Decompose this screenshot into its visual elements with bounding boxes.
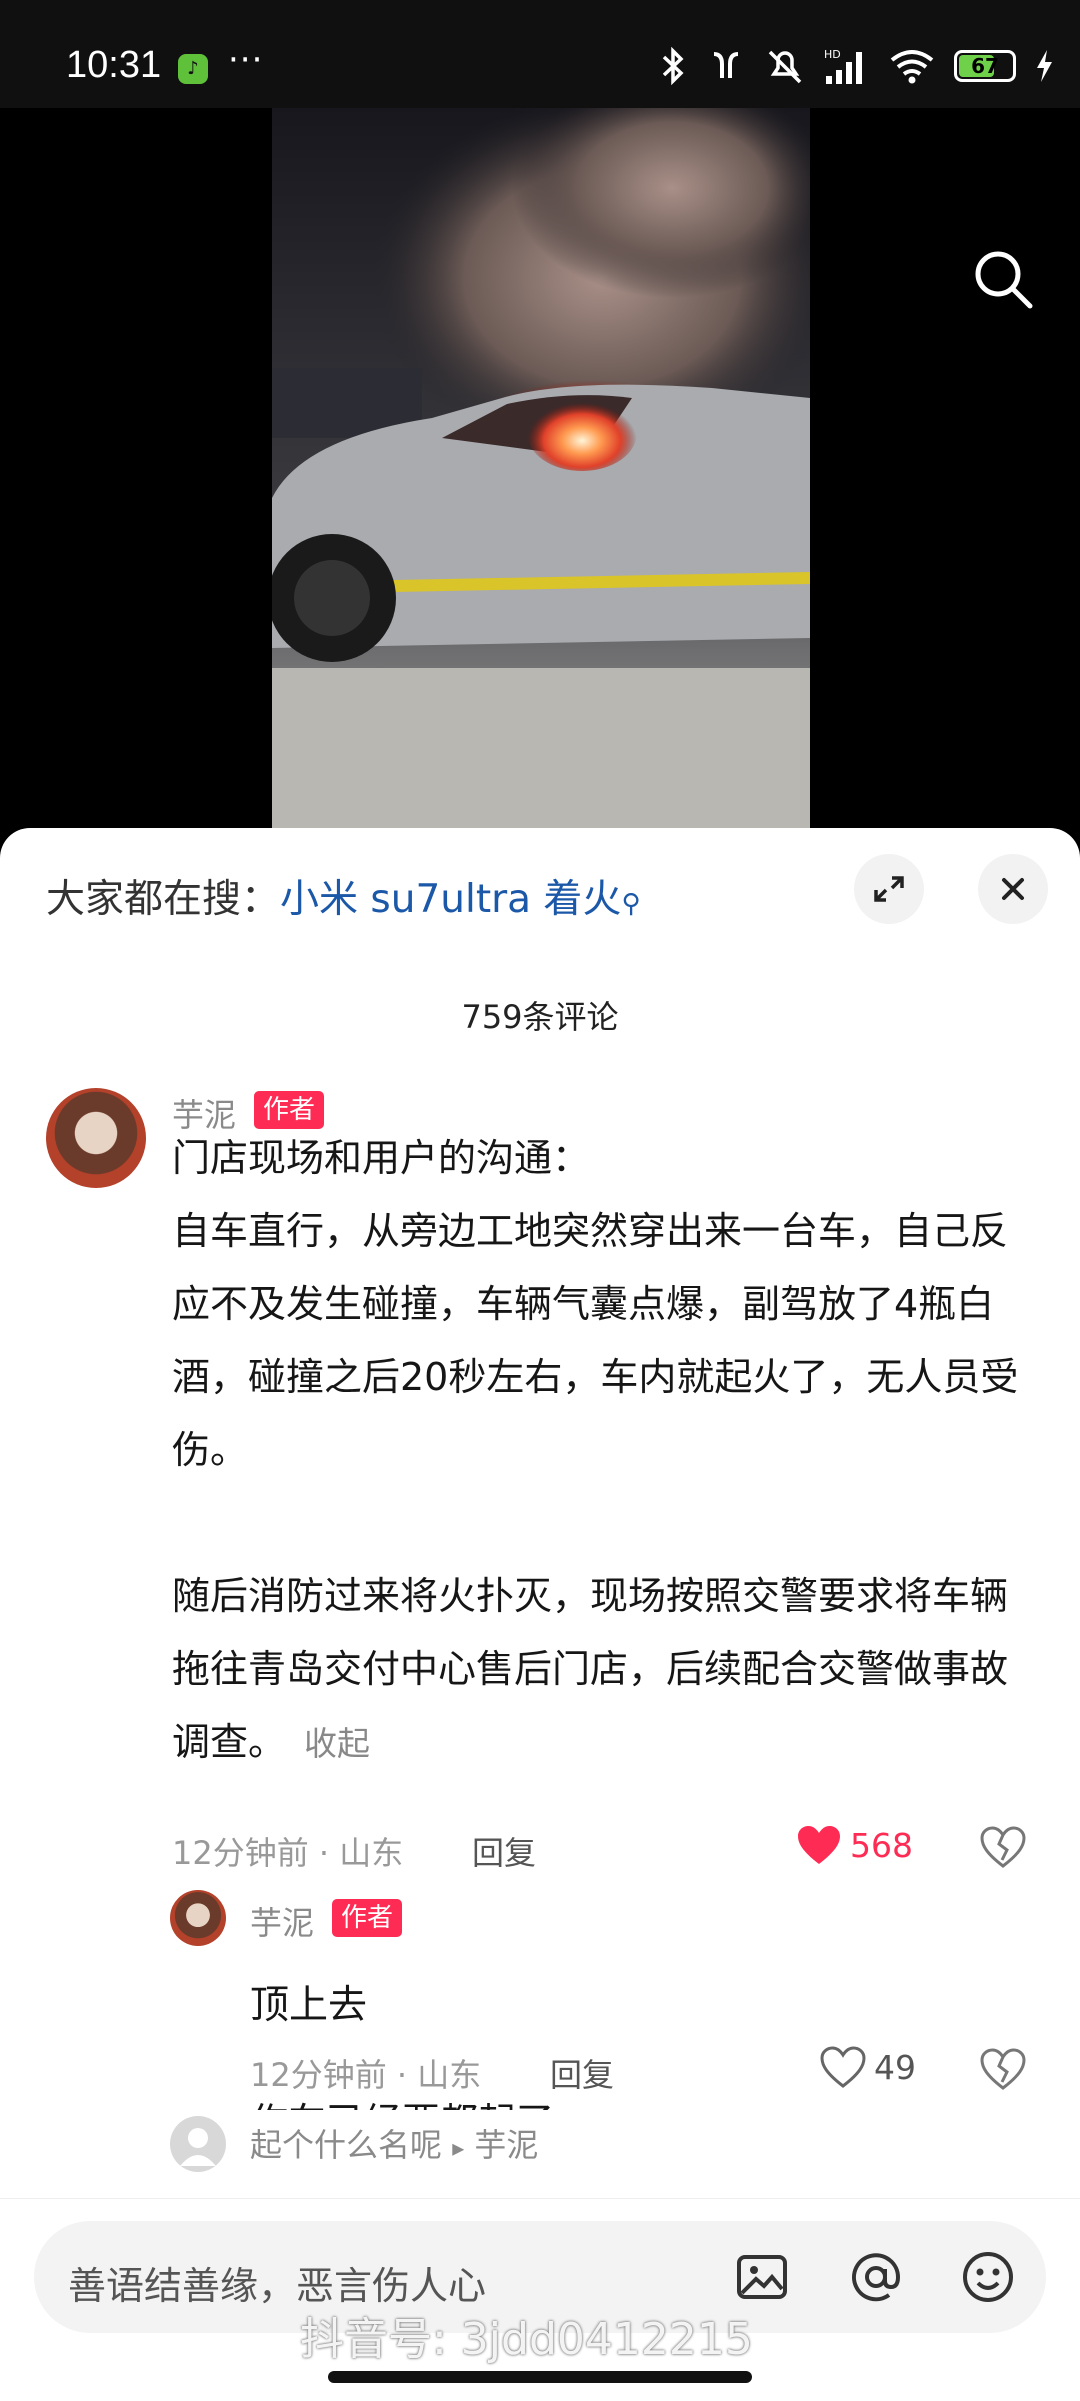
bluetooth-icon	[662, 46, 684, 86]
like-count: 49	[874, 2047, 916, 2087]
trending-search[interactable]: 大家都在搜：小米 su7ultra 着火⚲	[46, 868, 640, 924]
reply-author[interactable]: 起个什么名呢 ▸ 芋泥	[250, 2120, 538, 2166]
status-time: 10:31	[66, 44, 162, 86]
comment-count: 759条评论	[461, 998, 619, 1036]
douyin-watermark: 抖音号: 3jdd0412215	[300, 2314, 753, 2365]
comment-meta: 12分钟前 · 山东	[172, 1834, 404, 1872]
dislike-icon[interactable]	[980, 2048, 1026, 2090]
trending-label: 大家都在搜：	[46, 877, 281, 922]
comments-sheet: 大家都在搜：小米 su7ultra 着火⚲ 759条评论 芋泥 作者 门店现场和…	[0, 828, 1080, 2400]
expand-icon	[874, 876, 904, 902]
reply-time: 12分钟前	[250, 2056, 387, 2094]
avatar[interactable]	[170, 1890, 226, 1946]
reply-button[interactable]: 回复	[472, 1828, 536, 1874]
reply-button[interactable]: 回复	[550, 2050, 614, 2096]
avatar-default[interactable]	[170, 2116, 226, 2172]
comment-time: 12分钟前	[172, 1834, 309, 1872]
like-button[interactable]: 568	[796, 1824, 913, 1866]
like-button[interactable]: 49	[820, 2046, 916, 2088]
wifi-icon	[890, 50, 934, 84]
svg-text:HD: HD	[824, 48, 841, 61]
battery-icon: 67	[954, 50, 1016, 82]
user-icon	[180, 2128, 216, 2166]
reply-arrow-icon: ▸	[452, 2134, 465, 2162]
reply-author[interactable]: 芋泥	[250, 1898, 314, 1944]
heart-outline-icon	[820, 2046, 866, 2088]
emoji-icon[interactable]	[960, 2249, 1016, 2305]
comment-paragraph: 门店现场和用户的沟通：	[172, 1136, 591, 1180]
trending-keyword[interactable]: 小米 su7ultra 着火	[280, 877, 621, 922]
mute-icon	[768, 50, 802, 84]
earbuds-icon	[713, 52, 739, 78]
reply-location: 山东	[417, 2056, 482, 2094]
reply-text: 顶上去	[250, 1983, 368, 2028]
heart-filled-icon	[798, 1826, 840, 1864]
home-indicator[interactable]	[328, 2371, 752, 2383]
battery-level: 67	[971, 54, 999, 78]
more-notifications-icon: ···	[228, 40, 264, 80]
reply-text-partial: 作车已经要都起了	[250, 2090, 554, 2110]
dislike-icon[interactable]	[980, 1826, 1026, 1868]
comment-paragraph: 自车直行，从旁边工地突然穿出来一台车，自己反应不及发生碰撞，车辆气囊点爆，副驾放…	[172, 1209, 1019, 1472]
mention-icon[interactable]	[848, 2249, 904, 2305]
comment-input-placeholder: 善语结善缘，恶言伤人心	[68, 2264, 487, 2308]
status-bar: 10:31 ♪ ··· HD 67	[0, 0, 1080, 108]
close-button[interactable]	[978, 854, 1048, 924]
charging-icon	[1037, 50, 1052, 82]
tiktok-notification-icon: ♪	[178, 54, 208, 84]
comment-input-bar: 善语结善缘，恶言伤人心 抖音号: 3jdd0412215	[0, 2198, 1080, 2401]
close-icon	[1002, 878, 1024, 900]
expand-button[interactable]	[854, 854, 924, 924]
author-badge: 作者	[332, 1899, 403, 1937]
comment-text: 门店现场和用户的沟通： 自车直行，从旁边工地突然穿出来一台车，自己反应不及发生碰…	[172, 1122, 1022, 1780]
status-icons: HD 67	[658, 44, 1054, 88]
comment-paragraph: 随后消防过来将火扑灭，现场按照交警要求将车辆拖往青岛交付中心售后门店，后续配合交…	[172, 1574, 1009, 1764]
like-count: 568	[850, 1825, 913, 1865]
avatar[interactable]	[46, 1088, 146, 1188]
signal-icon: HD	[824, 48, 862, 84]
search-icon[interactable]	[972, 248, 1036, 312]
comment-location: 山东	[339, 1834, 404, 1872]
search-small-icon: ⚲	[621, 889, 641, 919]
image-icon[interactable]	[734, 2249, 790, 2305]
video-frame-burning-car	[272, 108, 810, 832]
video-player[interactable]	[0, 108, 1080, 832]
collapse-link[interactable]: 收起	[304, 1724, 370, 1763]
